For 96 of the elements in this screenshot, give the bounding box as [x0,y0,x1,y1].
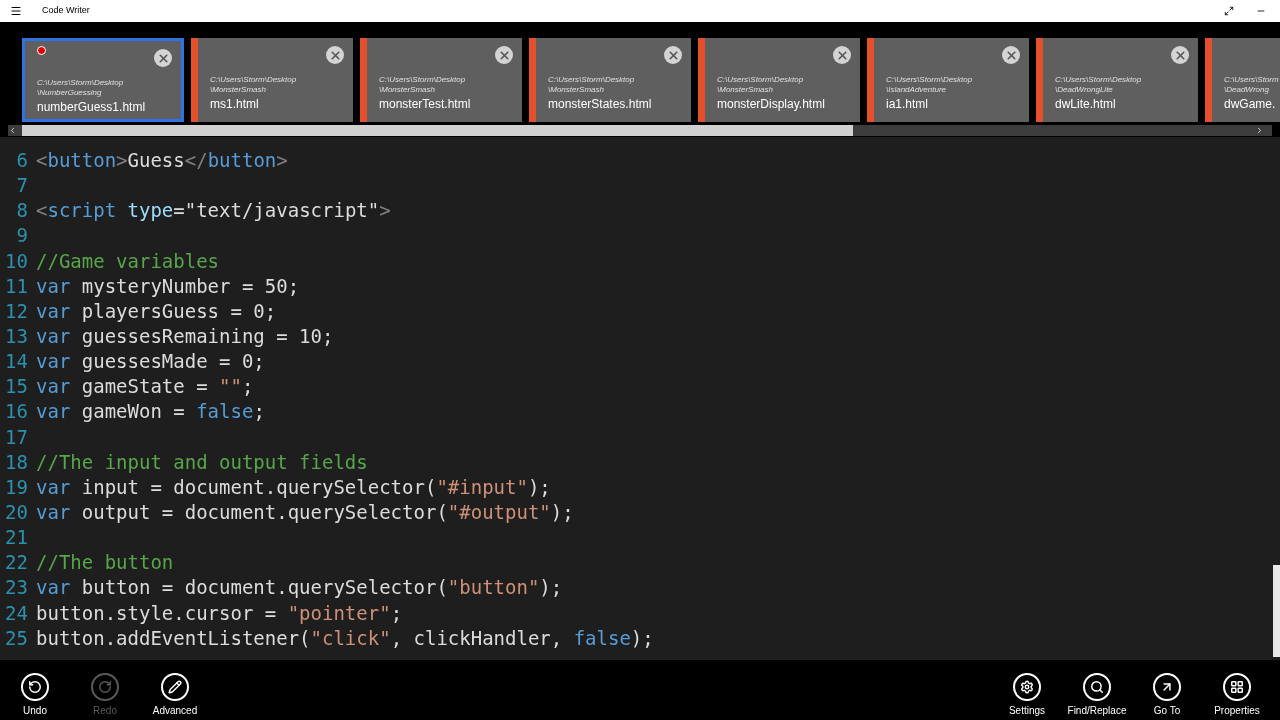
line-number: 16 [4,399,28,425]
file-path: \MonsterSmash [379,85,437,95]
close-icon[interactable] [326,46,344,64]
file-path: \MonsterSmash [717,85,775,95]
file-name: ms1.html [210,96,260,112]
line-number: 7 [15,173,28,199]
code-line: var input = document.querySelector("#input"); [36,474,551,500]
undo-button[interactable]: Undo [0,660,70,720]
vertical-scrollbar-thumb[interactable] [1273,565,1280,657]
line-number: 14 [4,349,28,375]
advanced-button[interactable]: Advanced [140,660,210,720]
line-number: 21 [4,525,28,551]
line-number: 17 [4,424,28,450]
file-path: C:\Users\Storm\Desktop [1055,75,1142,85]
file-path: C:\Users\Storm [1224,75,1279,85]
line-number: 25 [4,625,28,651]
line-number: 23 [4,575,28,601]
file-path: C:\Users\Storm\Desktop [548,75,636,85]
file-name: dwGame. [1224,96,1277,112]
line-number: 19 [4,474,28,500]
file-path: C:\Users\Storm\Desktop [379,75,467,85]
code-line: var button = document.querySelector("button"); [36,575,563,601]
file-path: \DeadWrongLite [1055,85,1114,95]
scroll-left-icon[interactable] [8,126,17,135]
find-button[interactable]: Find/Replace [1062,660,1132,720]
code-line: <script type="text/javascript"> [36,198,391,224]
horizontal-scrollbar[interactable] [8,125,1272,136]
goto-button[interactable]: Go To [1132,660,1202,720]
line-number: 24 [4,600,28,626]
code-line: var playersGuess = 0; [36,298,277,324]
line-number: 8 [15,198,28,224]
file-tab[interactable]: C:\Users\Storm\Desktop \MonsterSmash monsterDisplay.html [698,38,860,122]
file-path: C:\Users\Storm\Desktop [37,78,125,88]
file-path: \MonsterSmash [548,85,606,95]
close-icon[interactable] [833,46,851,64]
code-line: button.style.cursor = "pointer"; [36,600,403,626]
close-icon[interactable] [495,46,513,64]
file-tab[interactable]: C:\Users\Storm\Desktop \MonsterSmash ms1.html [191,38,353,122]
grid-icon [1223,673,1251,701]
close-icon[interactable] [1002,46,1020,64]
file-name: numberGuess1.html [37,99,146,115]
line-number: 22 [4,550,28,576]
file-tab[interactable]: C:\Users\Storm\Desktop \MonsterSmash monsterTest.html [360,38,522,122]
file-tab[interactable]: C:\Users\Storm\Desktop \NumberGuessing numberGuess1.html [22,38,184,122]
file-path: \MonsterSmash [210,85,268,95]
file-name: ia1.html [886,96,930,112]
menu-icon[interactable] [10,5,22,17]
file-path: C:\Users\Storm\Desktop [717,75,805,85]
file-tab[interactable]: C:\Users\Storm\Desktop \DeadWrongLite dwLite.html [1036,38,1198,122]
settings-button[interactable]: Settings [992,660,1062,720]
code-line: //Game variables [36,248,220,274]
file-tab[interactable]: C:\Users\Storm\Desktop \IslandAdventure ia1.html [867,38,1029,122]
file-name: dwLite.html [1055,96,1117,112]
code-editor[interactable] [0,137,1280,660]
properties-button[interactable]: Properties [1202,660,1272,720]
line-number: 18 [4,449,28,475]
file-path: C:\Users\Storm\Desktop [886,75,973,85]
line-number: 12 [4,298,28,324]
close-icon[interactable] [1171,46,1189,64]
code-line: var gameState = ""; [36,374,254,400]
line-number: 15 [4,374,28,400]
code-line: button.addEventListener("click", clickHandler, false); [36,625,654,651]
file-path: C:\Users\Storm\Desktop [210,75,297,85]
line-number: 11 [4,273,28,299]
line-number: 9 [15,223,28,249]
line-number: 6 [15,148,28,174]
file-tab[interactable]: C:\Users\Storm \DeadWrong dwGame. [1205,38,1280,122]
window-title: Code Writer [42,4,90,18]
file-name: monsterTest.html [379,96,471,112]
pencil-icon [161,673,189,701]
settings-icon [1013,673,1041,701]
code-line: var guessesMade = 0; [36,349,265,375]
file-path: \IslandAdventure [886,85,948,95]
line-number: 13 [4,324,28,350]
search-icon [1083,673,1111,701]
file-name: monsterDisplay.html [717,96,825,112]
close-icon[interactable] [664,46,682,64]
scrollbar-thumb[interactable] [22,125,853,136]
code-line: var output = document.querySelector("#output"); [36,500,574,526]
redo-icon [91,673,119,701]
code-line: //The button [36,550,174,576]
code-line: var guessesRemaining = 10; [36,324,334,350]
maximize-icon[interactable] [1224,6,1234,16]
close-icon[interactable] [154,49,172,67]
file-name: monsterStates.html [548,96,652,112]
line-number: 20 [4,500,28,526]
scroll-right-icon[interactable] [1255,126,1264,135]
code-line: //The input and output fields [36,449,368,475]
undo-icon [21,673,49,701]
code-line: <button>Guess</button> [36,148,288,174]
file-path: \DeadWrong [1224,85,1270,95]
file-tab[interactable]: C:\Users\Storm\Desktop \MonsterSmash monsterStates.html [529,38,691,122]
line-number: 10 [4,248,28,274]
code-line: var gameWon = false; [36,399,265,425]
file-path: \NumberGuessing [37,88,103,98]
code-line: var mysteryNumber = 50; [36,273,300,299]
